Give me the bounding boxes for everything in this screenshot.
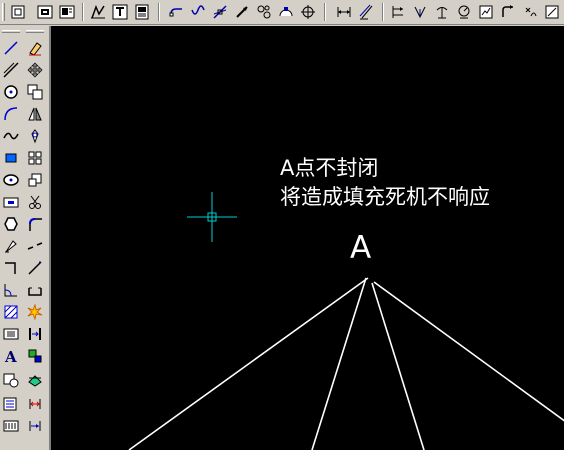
line-left-inner[interactable] — [311, 277, 367, 450]
diameter-dimension-icon[interactable] — [432, 2, 452, 22]
point-icon[interactable] — [2, 394, 20, 414]
snap-tangent-icon[interactable] — [298, 2, 318, 22]
make-block-icon[interactable] — [2, 370, 20, 390]
baseline-dimension-icon[interactable] — [498, 2, 518, 22]
dimension-angle-icon[interactable] — [2, 280, 20, 300]
draw-toolbar: A — [0, 26, 22, 450]
aligned-dimension-icon[interactable] — [356, 2, 376, 22]
line-left-outer[interactable] — [128, 277, 369, 450]
erase-icon[interactable] — [26, 38, 44, 58]
hatch-icon[interactable] — [2, 302, 20, 322]
revision-cloud-icon[interactable] — [2, 236, 20, 256]
toolbar-grip[interactable] — [26, 30, 44, 33]
spline-icon[interactable] — [2, 126, 20, 146]
toolbar-grip[interactable] — [2, 30, 20, 33]
toolbar-grip[interactable] — [2, 3, 5, 21]
crosshair-cursor-icon — [187, 192, 237, 242]
snap-quadrant-icon[interactable] — [276, 2, 296, 22]
modify-toolbar — [24, 26, 46, 450]
break-icon[interactable] — [26, 236, 44, 256]
copy-icon[interactable] — [26, 82, 44, 102]
fillet-icon[interactable] — [26, 214, 44, 234]
insert-block-icon[interactable] — [2, 192, 20, 212]
linear-dimension-icon[interactable] — [334, 2, 354, 22]
drawing-geometry — [128, 192, 564, 450]
stretch-icon[interactable] — [26, 346, 44, 366]
region-icon[interactable] — [2, 148, 20, 168]
note-line-1: A点不封闭 — [280, 156, 379, 180]
line-right-inner[interactable] — [371, 282, 425, 450]
snap-center-icon[interactable] — [254, 2, 274, 22]
scale-icon[interactable] — [26, 170, 44, 190]
continue-dimension-icon[interactable] — [520, 2, 540, 22]
snap-endpoint-icon[interactable] — [166, 2, 186, 22]
properties-icon[interactable] — [57, 2, 77, 22]
explode-icon[interactable] — [26, 302, 44, 322]
trim-icon[interactable] — [26, 192, 44, 212]
line-right-outer[interactable] — [373, 281, 564, 422]
rotate-icon[interactable] — [26, 126, 44, 146]
ordinate-dimension-icon[interactable] — [388, 2, 408, 22]
gradient-icon[interactable] — [2, 416, 20, 436]
multiline-text-icon[interactable]: A — [2, 346, 20, 366]
polygon-icon[interactable] — [2, 214, 20, 234]
snap-midpoint-icon[interactable] — [188, 2, 208, 22]
top-toolbar — [0, 0, 564, 25]
construction-line-icon[interactable] — [2, 60, 20, 80]
line-icon[interactable] — [2, 38, 20, 58]
angular-dimension-icon[interactable] — [454, 2, 474, 22]
chamfer-icon[interactable] — [26, 280, 44, 300]
offset-icon[interactable] — [26, 370, 44, 390]
lengthen-icon[interactable] — [26, 394, 44, 414]
snap-intersection-icon[interactable] — [210, 2, 230, 22]
move-icon[interactable] — [26, 60, 44, 80]
dimension-edit-icon[interactable] — [542, 2, 562, 22]
ellipse-icon[interactable] — [2, 170, 20, 190]
polyline-icon[interactable] — [2, 258, 20, 278]
zoom-window-icon[interactable] — [8, 2, 28, 22]
arc-icon[interactable] — [2, 104, 20, 124]
mirror-icon[interactable] — [26, 104, 44, 124]
svg-text:A: A — [4, 348, 17, 364]
plot-icon[interactable] — [132, 2, 152, 22]
quick-dimension-icon[interactable] — [476, 2, 496, 22]
dimension-style-icon[interactable] — [88, 2, 108, 22]
zoom-extents-icon[interactable] — [35, 2, 55, 22]
point-label-a: A — [350, 230, 372, 266]
table-icon[interactable] — [2, 324, 20, 344]
draw-order-icon[interactable] — [26, 416, 44, 436]
extend-icon[interactable] — [26, 258, 44, 278]
join-icon[interactable] — [26, 324, 44, 344]
array-icon[interactable] — [26, 148, 44, 168]
circle-icon[interactable] — [2, 82, 20, 102]
text-style-icon[interactable] — [110, 2, 130, 22]
drawing-canvas[interactable]: A点不封闭 将造成填充死机不响应 A — [49, 26, 564, 450]
snap-extension-icon[interactable] — [232, 2, 252, 22]
note-line-2: 将造成填充死机不响应 — [280, 185, 490, 209]
radius-dimension-icon[interactable] — [410, 2, 430, 22]
